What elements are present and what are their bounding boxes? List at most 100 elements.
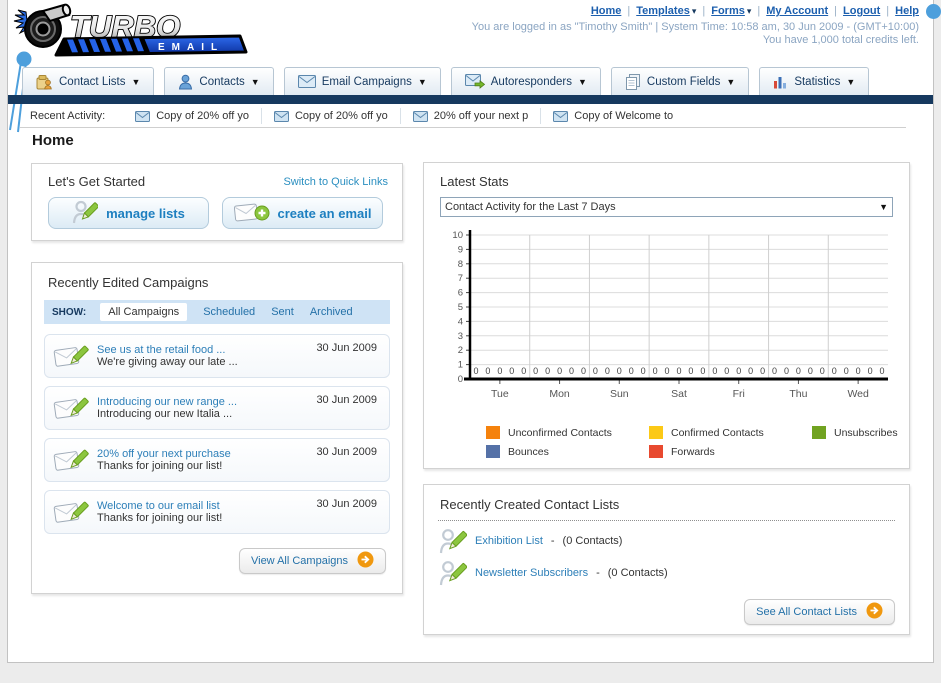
contact-list-link[interactable]: Newsletter Subscribers <box>475 567 588 579</box>
filter-archived[interactable]: Archived <box>310 306 353 318</box>
tab-label: Statistics <box>794 75 841 88</box>
link-separator: | <box>834 5 838 17</box>
svg-text:10: 10 <box>452 230 463 241</box>
campaign-title-link[interactable]: See us at the retail food ... <box>97 344 238 356</box>
tab-contact-lists[interactable]: Contact Lists ▼ <box>22 67 155 95</box>
header-link-home[interactable]: Home <box>591 5 622 17</box>
recent-activity-item-label: 20% off your next p <box>433 110 529 122</box>
svg-text:0: 0 <box>760 366 765 376</box>
filter-all-campaigns[interactable]: All Campaigns <box>100 303 188 321</box>
svg-text:0: 0 <box>700 366 705 376</box>
legend-swatch <box>486 445 500 458</box>
legend-swatch <box>486 426 500 439</box>
svg-text:Thu: Thu <box>789 388 807 400</box>
svg-text:0: 0 <box>605 366 610 376</box>
campaign-title-link[interactable]: 20% off your next purchase <box>97 448 231 460</box>
legend-item-confirmed-contacts: Confirmed Contacts <box>649 426 812 439</box>
svg-text:0: 0 <box>712 366 717 376</box>
tab-email-campaigns[interactable]: Email Campaigns ▼ <box>283 67 441 95</box>
svg-text:Tue: Tue <box>491 388 509 400</box>
recent-activity-item-label: Copy of Welcome to <box>574 110 674 122</box>
person-pencil-icon <box>72 199 100 228</box>
callout-dot <box>926 4 941 19</box>
svg-text:4: 4 <box>458 316 463 327</box>
contact-list-separator: - <box>550 534 555 547</box>
recent-activity-item-label: Copy of 20% off yo <box>294 110 388 122</box>
see-all-contact-lists-button[interactable]: See All Contact Lists <box>744 599 895 625</box>
chevron-down-icon: ▼ <box>879 202 888 212</box>
chevron-down-icon: ▼ <box>726 76 736 87</box>
svg-text:0: 0 <box>653 366 658 376</box>
svg-text:0: 0 <box>832 366 837 376</box>
contact-activity-chart: 0 1 2 3 4 5 6 7 8 9 10 0 0 0 0 0 Tue 0 0 0 0 0 Mon 0 0 0 0 0 Sun 0 0 0 0… <box>438 227 909 424</box>
svg-text:0: 0 <box>736 366 741 376</box>
header-link-logout[interactable]: Logout <box>843 5 880 17</box>
tab-autoresponders[interactable]: Autoresponders ▼ <box>450 67 601 95</box>
header-link-forms[interactable]: Forms <box>711 5 745 17</box>
contact-list-count: (0 Contacts) <box>607 566 668 579</box>
svg-text:0: 0 <box>844 366 849 376</box>
header-link-templates[interactable]: Templates <box>636 5 690 17</box>
campaign-title-link[interactable]: Introducing our new range ... <box>97 396 237 408</box>
svg-text:0: 0 <box>629 366 634 376</box>
recent-activity-label: Recent Activity: <box>30 110 106 122</box>
svg-text:Sat: Sat <box>671 388 687 400</box>
svg-text:0: 0 <box>569 366 574 376</box>
contacts-icon <box>178 74 193 90</box>
stats-period-select[interactable]: Contact Activity for the Last 7 Days ▼ <box>440 197 893 217</box>
view-all-campaigns-button[interactable]: View All Campaigns <box>238 548 386 574</box>
manage-lists-button[interactable]: manage lists <box>48 197 209 229</box>
header-link-my-account[interactable]: My Account <box>766 5 828 17</box>
campaign-row: 20% off your next purchase Thanks for joi… <box>44 438 390 482</box>
campaign-texts: 20% off your next purchase Thanks for joi… <box>97 448 231 472</box>
svg-text:0: 0 <box>641 366 646 376</box>
main-nav-tabs: Contact Lists ▼ Contacts ▼ Email Campaigns ▼ A… <box>22 67 870 95</box>
svg-text:0: 0 <box>665 366 670 376</box>
credits-info: You have 1,000 total credits left. <box>762 34 919 46</box>
filter-scheduled[interactable]: Scheduled <box>203 306 255 318</box>
person-pencil-icon <box>439 527 467 555</box>
statistics-icon <box>773 75 788 89</box>
switch-quick-links[interactable]: Switch to Quick Links <box>283 176 388 188</box>
header-link-help[interactable]: Help <box>895 5 919 17</box>
svg-text:0: 0 <box>688 366 693 376</box>
contact-list-link[interactable]: Exhibition List <box>475 535 543 547</box>
recent-activity-item[interactable]: 20% off your next p <box>401 108 542 124</box>
svg-text:0: 0 <box>856 366 861 376</box>
filter-sent[interactable]: Sent <box>271 306 294 318</box>
create-email-button[interactable]: create an email <box>222 197 383 229</box>
login-info: You are logged in as "Timothy Smith" | S… <box>471 21 919 33</box>
legend-swatch <box>649 426 663 439</box>
chart-legend: Unconfirmed Contacts Confirmed Contacts Un… <box>486 426 909 458</box>
envelope-small-icon <box>135 110 151 122</box>
recent-activity-item[interactable]: Copy of Welcome to <box>541 108 685 124</box>
campaigns-panel: Recently Edited Campaigns SHOW: All Camp… <box>31 262 403 594</box>
svg-text:Mon: Mon <box>549 388 570 400</box>
arrow-circle-icon <box>866 602 883 622</box>
tab-contacts[interactable]: Contacts ▼ <box>164 67 274 95</box>
svg-text:8: 8 <box>458 259 463 270</box>
recent-activity-item[interactable]: Copy of 20% off yo <box>123 108 262 124</box>
svg-text:9: 9 <box>458 244 463 255</box>
svg-text:0: 0 <box>748 366 753 376</box>
svg-text:0: 0 <box>521 366 526 376</box>
svg-text:6: 6 <box>458 288 463 299</box>
tab-statistics[interactable]: Statistics ▼ <box>759 67 870 95</box>
svg-text:Fri: Fri <box>733 388 745 400</box>
tab-custom-fields[interactable]: Custom Fields ▼ <box>610 67 750 95</box>
svg-text:0: 0 <box>557 366 562 376</box>
chevron-down-icon: ▼ <box>577 76 587 87</box>
svg-text:0: 0 <box>509 366 514 376</box>
chevron-down-icon: ▾ <box>691 6 697 16</box>
campaign-texts: Introducing our new range ... Introducing… <box>97 396 237 420</box>
campaign-title-link[interactable]: Welcome to our email list <box>97 500 222 512</box>
legend-item-unconfirmed-contacts: Unconfirmed Contacts <box>486 426 649 439</box>
turbo-email-logo: TURBO EMAIL <box>12 2 248 63</box>
campaign-subtitle: We're giving away our late ... <box>97 356 238 368</box>
recent-activity-item[interactable]: Copy of 20% off yo <box>262 108 401 124</box>
svg-text:0: 0 <box>593 366 598 376</box>
campaign-subtitle: Thanks for joining our list! <box>97 460 223 472</box>
campaign-row: Introducing our new range ... Introducing… <box>44 386 390 430</box>
svg-text:0: 0 <box>533 366 538 376</box>
envelope-pencil-icon <box>53 498 89 526</box>
